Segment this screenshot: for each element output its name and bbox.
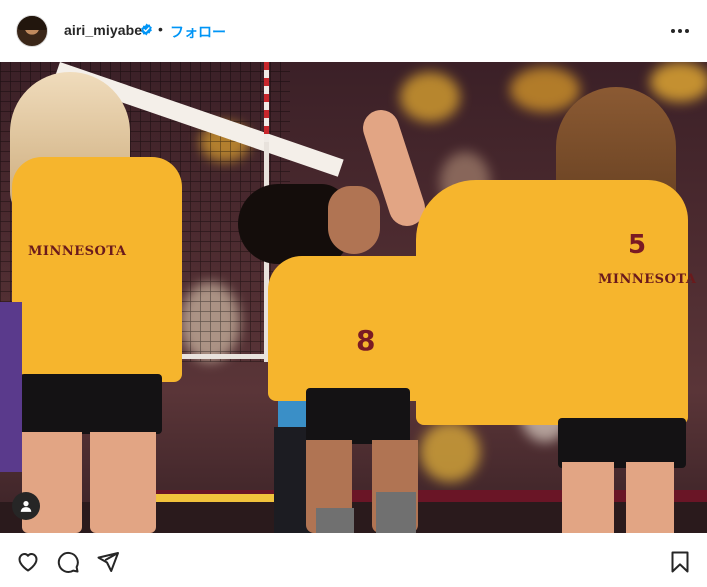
center-player-number: 8: [356, 324, 376, 357]
crowd-shape: [420, 422, 480, 482]
post-header: airi_miyabe • フォロー: [0, 0, 707, 62]
instagram-post: airi_miyabe • フォロー TU: [0, 0, 707, 587]
right-player-jersey: [416, 180, 688, 425]
crowd-shape: [400, 72, 460, 122]
verified-badge-icon: [141, 23, 152, 36]
right-player-shorts: [558, 418, 686, 468]
left-player-jersey-text: MINNESOTA: [28, 244, 127, 259]
center-player-kneepad: [376, 492, 416, 533]
left-player-shorts: [20, 374, 162, 434]
more-options-icon[interactable]: [668, 20, 692, 42]
left-player-jersey: [12, 157, 182, 382]
tagged-user-icon[interactable]: [12, 492, 40, 520]
crowd-shape: [510, 67, 580, 112]
center-player-shorts: [306, 388, 410, 444]
left-player-leg: [90, 432, 156, 533]
crowd-shape: [650, 62, 707, 102]
right-player-number: 5: [628, 230, 647, 260]
avatar[interactable]: [16, 15, 48, 47]
follow-button[interactable]: フォロー: [170, 22, 226, 42]
comment-icon[interactable]: [56, 550, 80, 574]
center-player-kneepad: [316, 508, 354, 533]
share-icon[interactable]: [96, 550, 120, 574]
right-player-leg: [562, 462, 614, 533]
post-image[interactable]: TU MINNESOTA 8: [0, 62, 707, 533]
heart-icon[interactable]: [16, 550, 40, 574]
username[interactable]: airi_miyabe: [64, 22, 142, 38]
bookmark-icon[interactable]: [668, 550, 692, 574]
separator-dot: •: [158, 21, 163, 37]
right-player-leg: [626, 462, 674, 533]
right-player-jersey-text: MINNESOTA: [598, 272, 697, 287]
action-bar: [0, 533, 707, 587]
center-player-face: [328, 186, 380, 254]
purple-player: [0, 302, 22, 472]
